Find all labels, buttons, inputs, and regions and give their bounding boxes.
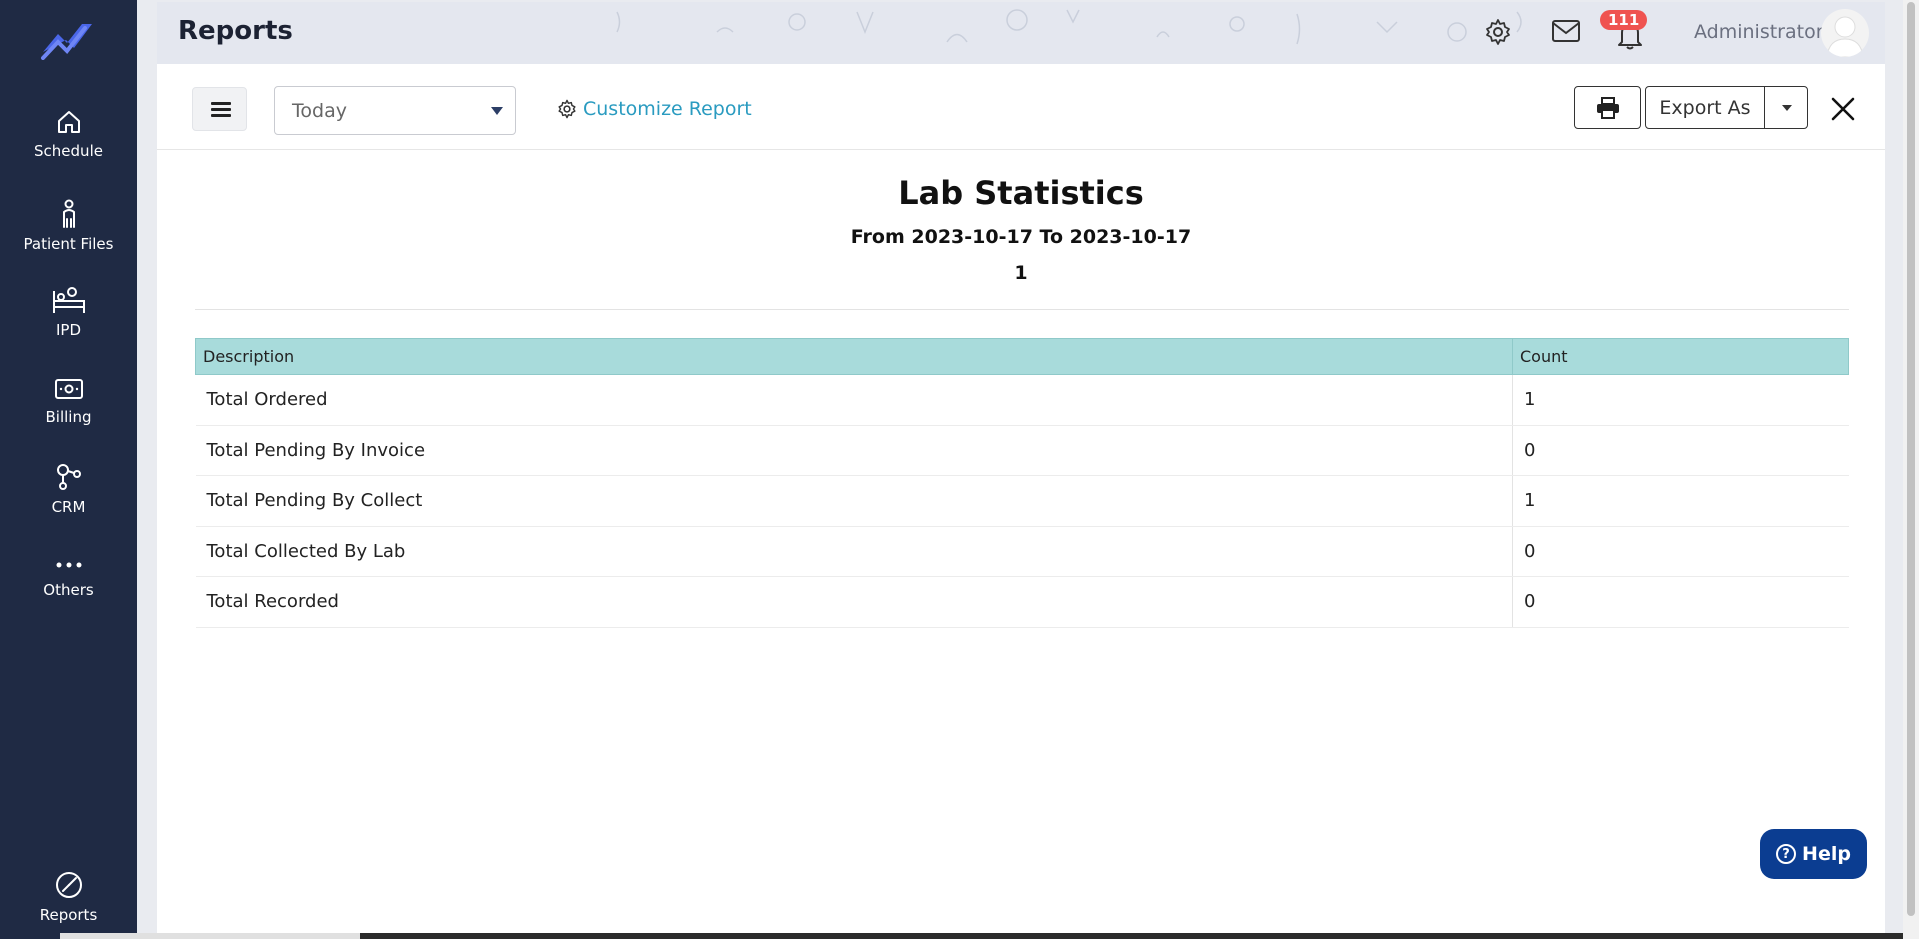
help-label: Help <box>1802 843 1851 865</box>
sidebar-item-label: Schedule <box>34 142 103 160</box>
scrollbar-thumb[interactable] <box>1907 2 1915 916</box>
sidebar-item-label: Reports <box>39 906 98 924</box>
network-icon <box>56 464 81 490</box>
trend-line-logo[interactable] <box>40 18 96 60</box>
sidebar-item-label: Billing <box>45 408 92 426</box>
sidebar-item-crm[interactable]: CRM <box>0 462 137 516</box>
sidebar-item-billing[interactable]: Billing <box>0 376 137 426</box>
user-avatar-icon <box>1826 16 1864 57</box>
sidebar-item-others[interactable]: Others <box>0 555 137 599</box>
person-icon <box>62 199 75 228</box>
customize-report-link[interactable]: Customize Report <box>557 98 752 120</box>
notification-badge: 111 <box>1600 10 1648 30</box>
vertical-scrollbar[interactable] <box>1903 0 1919 939</box>
row-description: Total Pending By Invoice <box>195 425 1513 476</box>
report-toolbar: Today Customize Report Export As <box>157 64 1885 150</box>
menu-button[interactable] <box>192 87 247 131</box>
chevron-down-icon <box>491 107 503 115</box>
gear-icon[interactable] <box>1484 18 1512 46</box>
report-date-range: From 2023-10-17 To 2023-10-17 <box>850 226 1192 248</box>
money-icon <box>54 379 83 399</box>
avatar[interactable] <box>1821 9 1869 57</box>
table-header-row: Description Count <box>195 338 1849 375</box>
page-title: Reports <box>178 16 293 46</box>
table-row: Total Pending By Invoice 0 <box>195 425 1849 476</box>
table-row: Total Recorded 0 <box>195 576 1849 628</box>
question-icon: ? <box>1776 844 1797 864</box>
row-description: Total Recorded <box>195 576 1513 628</box>
date-filter-value: Today <box>292 100 347 122</box>
row-description: Total Ordered <box>195 374 1513 426</box>
export-as-button[interactable]: Export As <box>1645 86 1765 129</box>
sidebar-item-label: Patient Files <box>23 235 114 253</box>
horizontal-scrollbar-thumb[interactable] <box>360 933 1903 939</box>
table-row: Total Pending By Collect 1 <box>195 475 1849 527</box>
main-panel: Today Customize Report Export As Lab Sta… <box>157 64 1885 934</box>
table-row: Total Collected By Lab 0 <box>195 526 1849 577</box>
row-count: 0 <box>1512 425 1849 476</box>
row-description: Total Collected By Lab <box>195 526 1513 577</box>
print-button[interactable] <box>1574 86 1641 129</box>
confetti-decoration <box>616 9 1522 45</box>
row-count: 1 <box>1512 374 1849 426</box>
sidebar-item-ipd[interactable]: IPD <box>0 285 137 339</box>
date-filter-select[interactable]: Today <box>274 86 516 135</box>
report-title: Lab Statistics <box>898 174 1144 212</box>
help-button[interactable]: ? Help <box>1760 829 1867 879</box>
column-header-count[interactable]: Count <box>1512 338 1849 375</box>
sidebar-item-label: Others <box>43 581 94 599</box>
bed-icon <box>52 287 85 313</box>
sidebar-item-label: CRM <box>51 498 86 516</box>
row-count: 0 <box>1512 526 1849 577</box>
home-icon <box>57 111 80 133</box>
sidebar-item-patient-files[interactable]: Patient Files <box>0 199 137 253</box>
user-name[interactable]: Administrator <box>1694 21 1824 43</box>
sidebar: Schedule Patient Files IPD Billing CRM O… <box>0 0 137 939</box>
top-header: Reports 111 Administrator <box>157 2 1885 64</box>
column-header-description[interactable]: Description <box>195 338 1513 375</box>
divider <box>195 309 1849 310</box>
caret-down-icon <box>1782 105 1792 111</box>
gear-icon <box>558 99 576 119</box>
dots-icon <box>56 562 81 568</box>
mail-icon[interactable] <box>1551 18 1581 44</box>
row-count: 0 <box>1512 576 1849 628</box>
lab-statistics-table: Description Count Total Ordered 1 Total … <box>195 338 1849 628</box>
sidebar-item-schedule[interactable]: Schedule <box>0 108 137 160</box>
export-dropdown-toggle[interactable] <box>1764 86 1808 129</box>
row-description: Total Pending By Collect <box>195 475 1513 527</box>
sidebar-item-reports[interactable]: Reports <box>0 870 137 924</box>
row-count: 1 <box>1512 475 1849 527</box>
sidebar-item-label: IPD <box>55 321 82 339</box>
customize-report-label: Customize Report <box>583 98 752 120</box>
report-number: 1 <box>1014 262 1028 284</box>
table-row: Total Ordered 1 <box>195 374 1849 426</box>
pie-icon <box>55 872 82 898</box>
printer-icon <box>1597 97 1619 119</box>
close-icon[interactable] <box>1829 95 1857 123</box>
